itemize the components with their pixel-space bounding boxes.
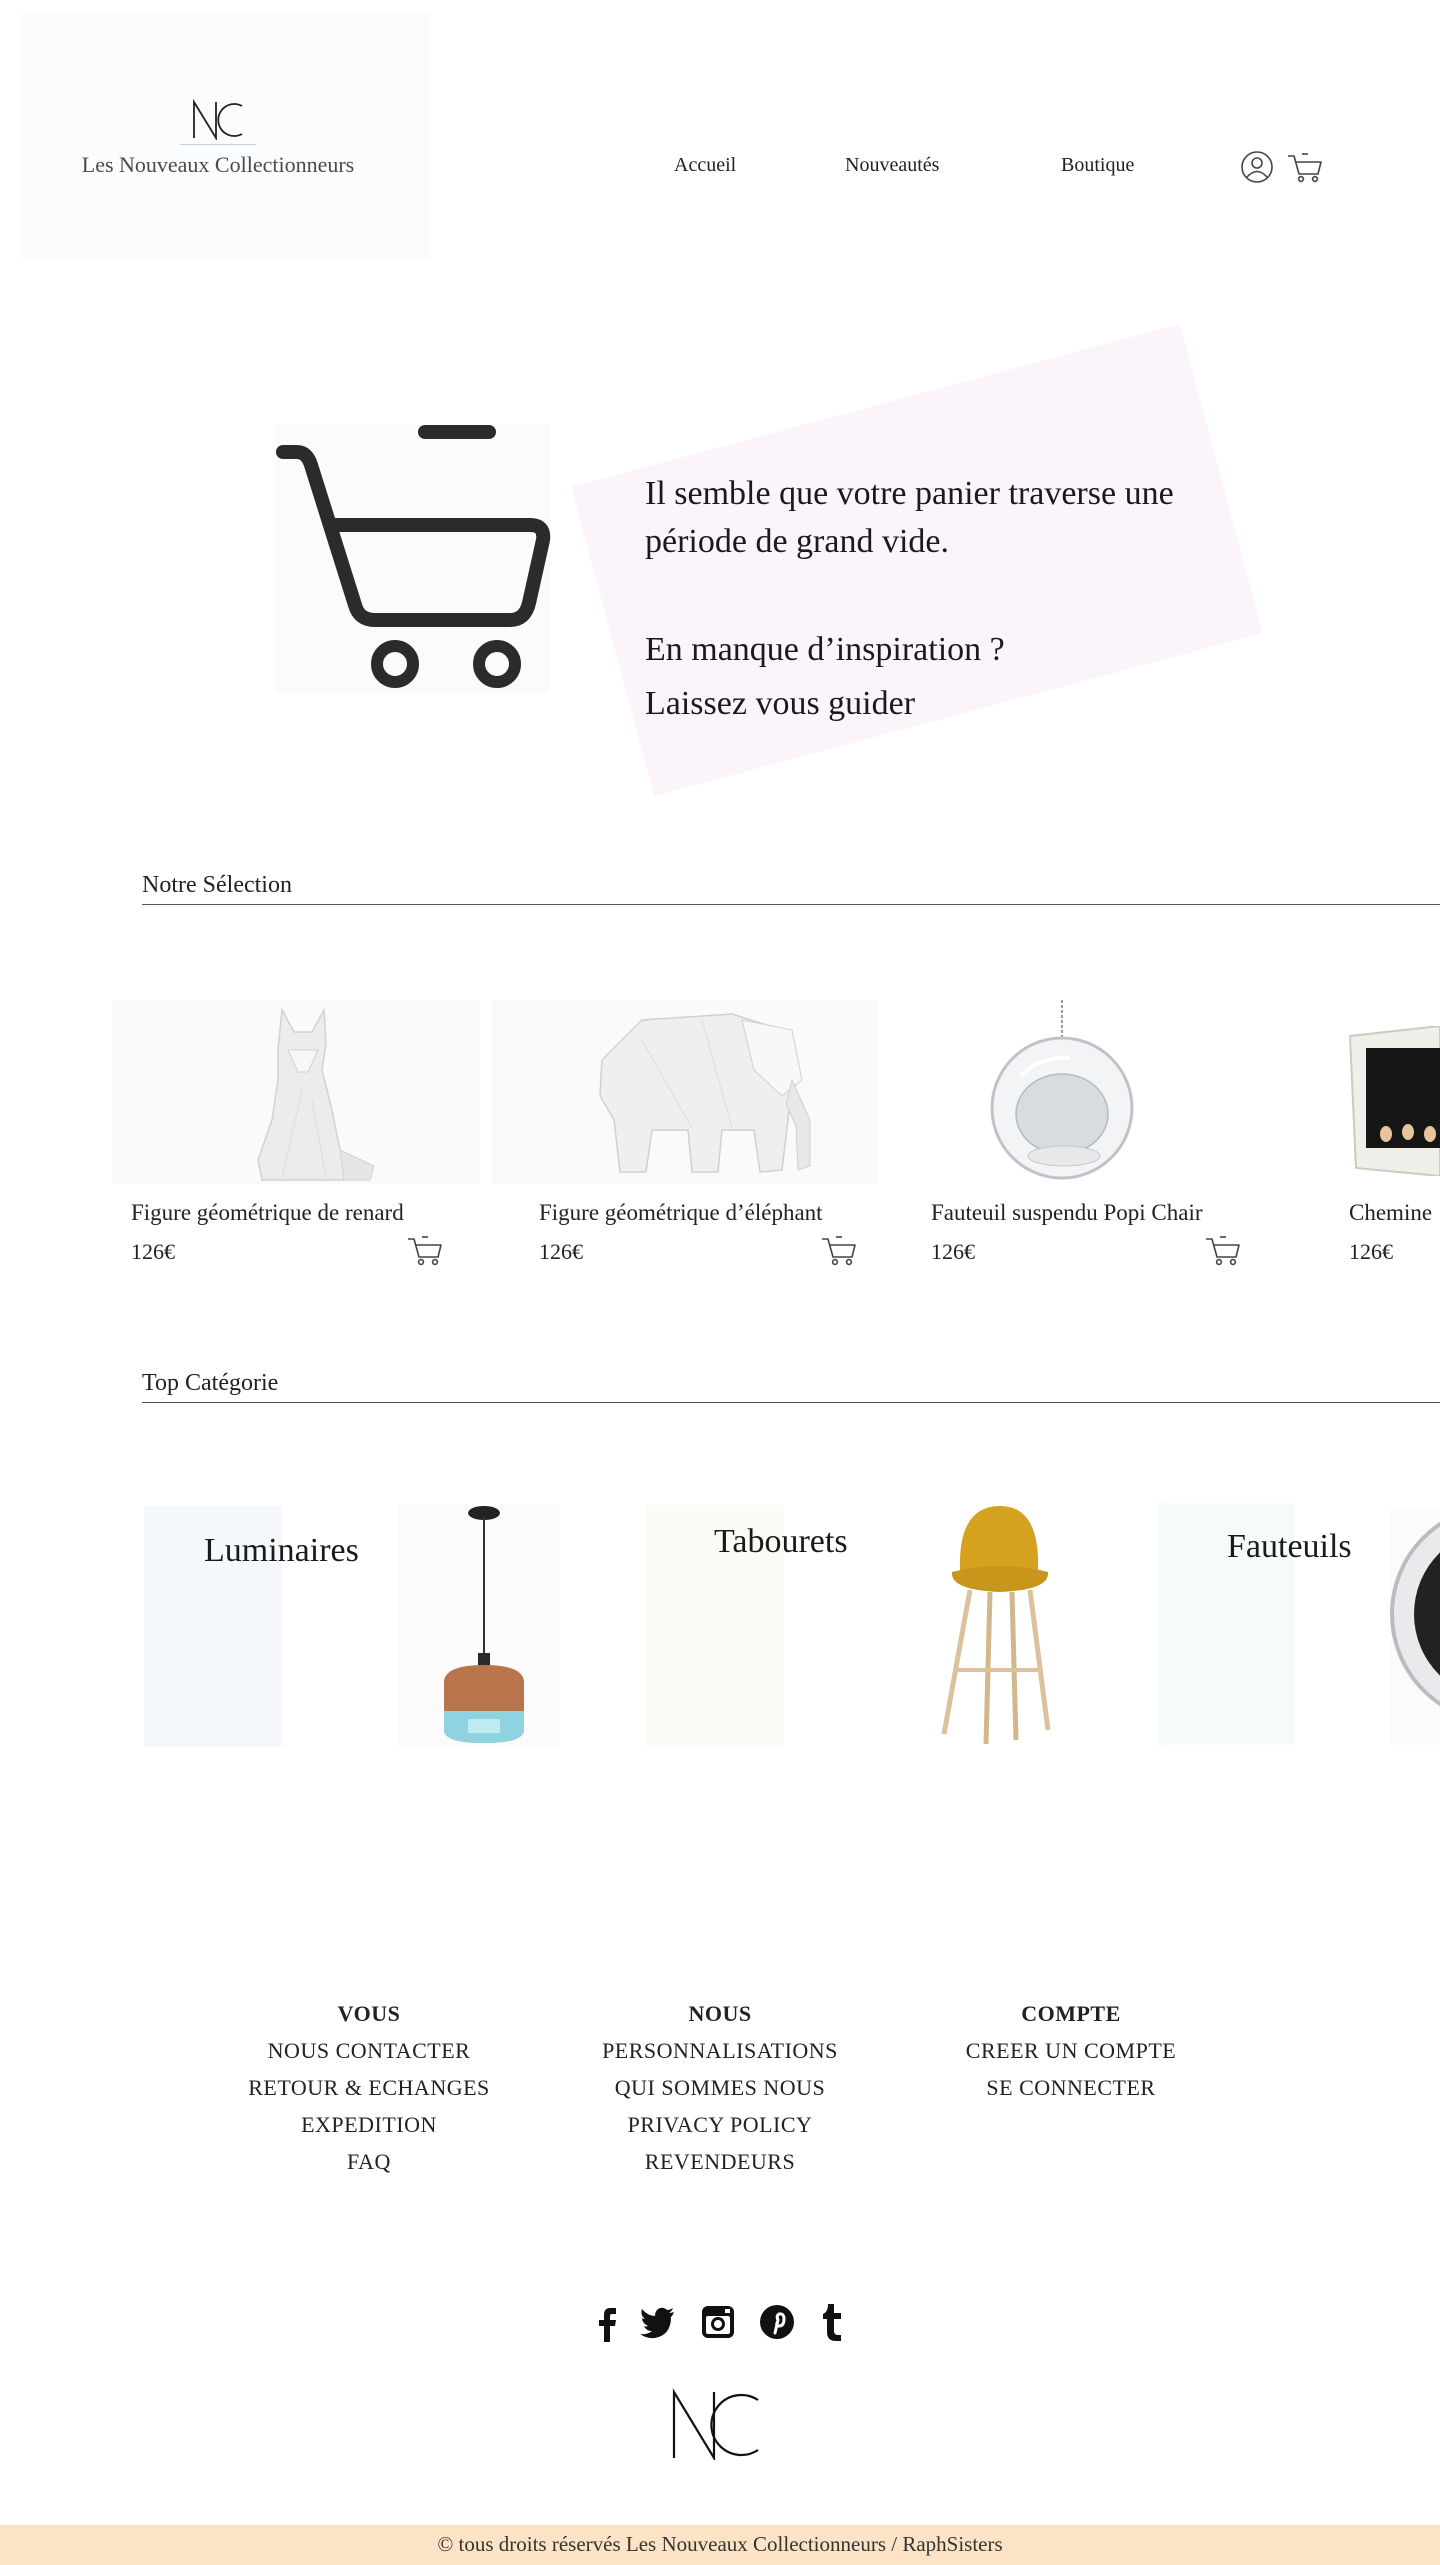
nav-shop-link[interactable]: Boutique [1061, 154, 1134, 177]
tumblr-icon[interactable] [812, 2300, 852, 2344]
footer-heading: COMPTE [1021, 2001, 1121, 2026]
selection-divider [142, 904, 1440, 905]
pendant-lamp-image [444, 1506, 524, 1743]
category-label[interactable]: Luminaires [204, 1532, 359, 1570]
product-price: 126€ [131, 1239, 175, 1264]
product-image-popi-chair[interactable] [930, 996, 1250, 1186]
categories-title: Top Catégorie [142, 1370, 279, 1396]
hero-line-4[interactable]: Laissez vous guider [645, 680, 1305, 728]
empty-cart-icon [276, 425, 551, 688]
lamp-image-panel [398, 1505, 560, 1747]
armchair-image-panel [1390, 1510, 1440, 1745]
footer-col-vous: VOUS NOUS CONTACTER RETOUR & ECHANGES EX… [209, 1995, 529, 2180]
product-name[interactable]: Figure géométrique d’éléphant [539, 1200, 823, 1226]
footer-link[interactable]: PRIVACY POLICY [560, 2106, 880, 2143]
footer-logo-icon[interactable] [670, 2388, 762, 2460]
footer-link[interactable]: FAQ [209, 2143, 529, 2180]
product-name[interactable]: Chemine [1349, 1200, 1440, 1226]
fox-figurine-image [257, 1007, 375, 1181]
cart-icon[interactable] [1286, 150, 1324, 184]
hero-line-3: En manque d’inspiration ? [645, 631, 1005, 668]
selection-title: Notre Sélection [142, 872, 292, 898]
footer-col-compte: COMPTE CREER UN COMPTE SE CONNECTER [911, 1995, 1231, 2106]
product-image-fox[interactable] [112, 1000, 480, 1184]
pinterest-icon[interactable] [757, 2300, 797, 2344]
stool-image-panel [930, 1500, 1080, 1750]
twitter-icon[interactable] [638, 2300, 678, 2344]
brand-logo-icon[interactable] [190, 98, 246, 140]
user-account-icon[interactable] [1240, 150, 1274, 184]
product-price: 126€ [931, 1239, 975, 1264]
copyright-text: © tous droits réservés Les Nouveaux Coll… [437, 2532, 1003, 2556]
product-name[interactable]: Figure géométrique de renard [131, 1200, 404, 1226]
footer-link[interactable]: QUI SOMMES NOUS [560, 2069, 880, 2106]
instagram-icon[interactable] [698, 2300, 738, 2344]
elephant-figurine-image [599, 1013, 811, 1173]
hero-line-2: période de grand vide. [645, 523, 949, 560]
footer-link[interactable]: SE CONNECTER [911, 2069, 1231, 2106]
add-to-cart-icon[interactable] [1204, 1233, 1242, 1267]
product-price: 126€ [539, 1239, 583, 1264]
category-label[interactable]: Fauteuils [1227, 1528, 1352, 1566]
ball-chair-image [1390, 1521, 1440, 1707]
product-image-fireplace[interactable] [1348, 1024, 1440, 1178]
footer-link[interactable]: CREER UN COMPTE [911, 2032, 1231, 2069]
footer-col-nous: NOUS PERSONNALISATIONS QUI SOMMES NOUS P… [560, 1995, 880, 2180]
hero-line-1: Il semble que votre panier traverse une [645, 475, 1174, 512]
hero-message: Il semble que votre panier traverse une … [645, 470, 1305, 728]
logo-divider [180, 144, 256, 145]
product-name[interactable]: Fauteuil suspendu Popi Chair [931, 1200, 1203, 1226]
footer-link[interactable]: RETOUR & ECHANGES [209, 2069, 529, 2106]
fireplace-image [1348, 1024, 1440, 1178]
footer-heading: VOUS [337, 2001, 401, 2026]
footer-link[interactable]: REVENDEURS [560, 2143, 880, 2180]
facebook-icon[interactable] [586, 2300, 626, 2344]
footer-link[interactable]: EXPEDITION [209, 2106, 529, 2143]
add-to-cart-icon[interactable] [406, 1233, 444, 1267]
add-to-cart-icon[interactable] [820, 1233, 858, 1267]
nav-home-link[interactable]: Accueil [674, 154, 736, 177]
product-image-elephant[interactable] [492, 1000, 878, 1184]
category-label[interactable]: Tabourets [714, 1523, 848, 1561]
footer-link[interactable]: PERSONNALISATIONS [560, 2032, 880, 2069]
footer-link[interactable]: NOUS CONTACTER [209, 2032, 529, 2069]
bubble-chair-image [990, 1000, 1134, 1180]
bar-stool-image [941, 1506, 1051, 1745]
product-price: 126€ [1349, 1239, 1393, 1264]
categories-divider [142, 1402, 1440, 1403]
nav-new-link[interactable]: Nouveautés [845, 154, 939, 177]
footer-heading: NOUS [688, 2001, 752, 2026]
brand-name[interactable]: Les Nouveaux Collectionneurs [0, 152, 436, 178]
